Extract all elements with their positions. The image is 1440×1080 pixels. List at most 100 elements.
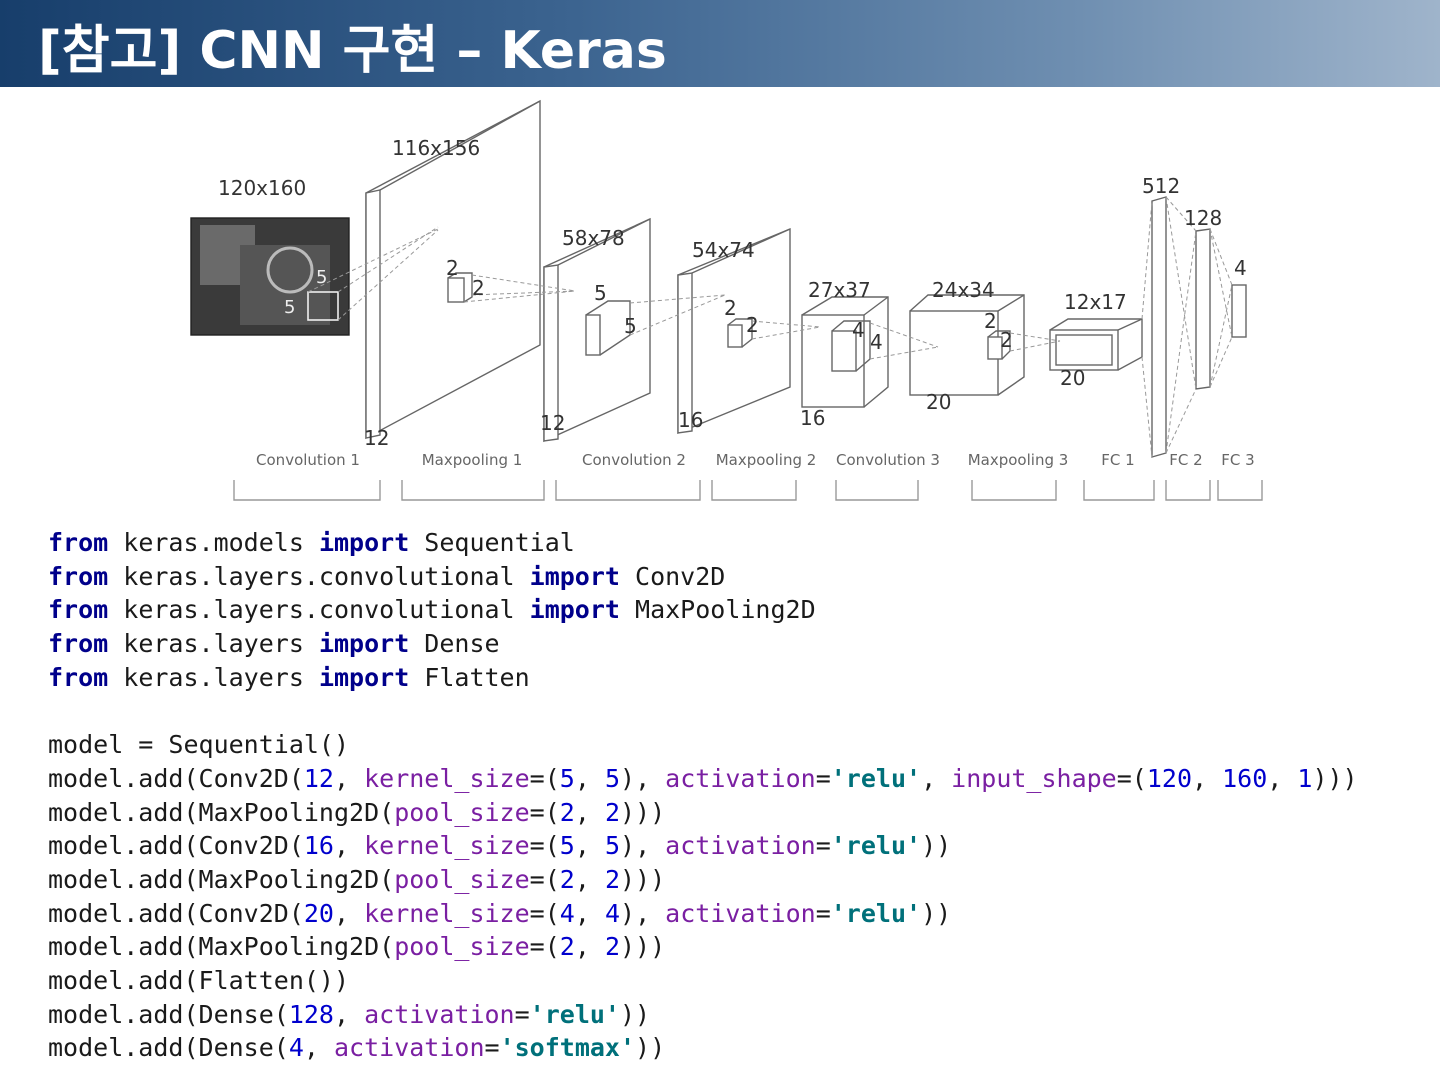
pool3-b-label: 2 xyxy=(1000,328,1013,352)
stage-bracket xyxy=(835,480,919,501)
input-size-label: 120x160 xyxy=(218,176,306,200)
stage-bracket xyxy=(711,480,797,501)
code-token: 2 xyxy=(559,864,575,894)
code-token: , xyxy=(333,898,365,928)
stage-label: Convolution 3 xyxy=(836,451,940,469)
code-token: ))) xyxy=(620,932,666,962)
code-line: model.add(MaxPooling2D(pool_size=(2, 2))… xyxy=(48,796,1358,830)
pool3-size-label: 24x34 xyxy=(932,278,995,302)
stage-bracket xyxy=(1217,480,1263,501)
conv1-size-label: 116x156 xyxy=(392,136,480,160)
code-token: =( xyxy=(529,831,560,861)
code-token: ))) xyxy=(1312,763,1358,793)
code-token: = xyxy=(815,898,831,928)
code-line: model.add(Conv2D(12, kernel_size=(5, 5),… xyxy=(48,762,1358,796)
code-token: keras.layers xyxy=(108,629,319,659)
code-token: 20 xyxy=(303,898,334,928)
code-token: input_shape xyxy=(951,763,1117,793)
stage-label: FC 1 xyxy=(1101,451,1134,469)
code-token: activation xyxy=(665,831,816,861)
code-line: model.add(MaxPooling2D(pool_size=(2, 2))… xyxy=(48,930,1358,964)
code-line: model.add(Conv2D(16, kernel_size=(5, 5),… xyxy=(48,829,1358,863)
pool1-b-label: 2 xyxy=(472,276,485,300)
stage-label: FC 2 xyxy=(1169,451,1202,469)
code-token: 5 xyxy=(559,763,575,793)
code-token: )) xyxy=(921,898,952,928)
code-token: keras.layers xyxy=(108,662,319,692)
code-token: ), xyxy=(620,898,666,928)
code-token: , xyxy=(1267,763,1298,793)
fc2-units-label: 128 xyxy=(1184,206,1222,230)
code-token: ), xyxy=(620,763,666,793)
stage-bracket xyxy=(555,480,701,501)
code-token: ))) xyxy=(620,864,666,894)
code-token: model.add(MaxPooling2D( xyxy=(48,864,395,894)
code-token: 4 xyxy=(559,898,575,928)
conv3-size-label: 27x37 xyxy=(808,278,871,302)
code-token: = xyxy=(815,831,831,861)
code-token: , xyxy=(574,797,605,827)
code-token: MaxPooling2D xyxy=(619,595,816,625)
code-line: model.add(Dense(128, activation='relu')) xyxy=(48,998,1358,1032)
fc1-units-label: 512 xyxy=(1142,174,1180,198)
code-token: , xyxy=(303,1033,334,1063)
code-token: 5 xyxy=(604,831,621,861)
code-line: from keras.layers.convolutional import M… xyxy=(48,593,1358,627)
flat-depth-label: 20 xyxy=(1060,366,1085,390)
code-token: 12 xyxy=(303,763,334,793)
stage-bracket xyxy=(1165,480,1211,501)
code-token: 2 xyxy=(604,932,620,962)
code-token: pool_size xyxy=(394,797,530,827)
code-token: model.add(Conv2D( xyxy=(48,763,304,793)
kernel3-a-label: 4 xyxy=(852,318,865,342)
code-token: , xyxy=(574,831,605,861)
fc3-units-label: 4 xyxy=(1234,256,1247,280)
stage-bracket xyxy=(401,480,545,501)
code-token: 128 xyxy=(288,999,334,1029)
pool3-depth-label: 20 xyxy=(926,390,951,414)
stage-bracket xyxy=(233,480,381,501)
code-token: 5 xyxy=(604,763,621,793)
code-token: 4 xyxy=(604,898,621,928)
pool2-size-label: 54x74 xyxy=(692,238,755,262)
code-token: , xyxy=(333,831,365,861)
code-token: =( xyxy=(529,797,560,827)
code-token: from xyxy=(48,662,109,692)
code-token: , xyxy=(921,763,952,793)
code-token: ))) xyxy=(620,797,666,827)
code-token: 2 xyxy=(559,932,575,962)
code-token: activation xyxy=(364,999,515,1029)
code-token: pool_size xyxy=(394,932,530,962)
code-token: Flatten xyxy=(409,662,530,692)
pool1-a-label: 2 xyxy=(446,256,459,280)
code-line: ​ xyxy=(48,694,1358,728)
code-token: from xyxy=(48,629,109,659)
code-token: 2 xyxy=(604,864,620,894)
code-token: =( xyxy=(529,864,560,894)
stage-bracket xyxy=(971,480,1057,501)
code-token: model.add(Dense( xyxy=(48,999,289,1029)
code-token: 'relu' xyxy=(830,763,922,793)
code-line: from keras.layers import Flatten xyxy=(48,661,1358,695)
pool2-kernel xyxy=(727,324,743,348)
pool2-depth-label: 16 xyxy=(678,408,703,432)
code-line: model.add(MaxPooling2D(pool_size=(2, 2))… xyxy=(48,863,1358,897)
code-token: kernel_size xyxy=(364,898,530,928)
code-token: = xyxy=(815,763,831,793)
code-token: = xyxy=(514,999,530,1029)
code-token: )) xyxy=(921,831,952,861)
stage-label: Maxpooling 1 xyxy=(422,451,523,469)
code-token: import xyxy=(318,629,410,659)
code-token: 16 xyxy=(303,831,334,861)
conv1-depth-label: 12 xyxy=(364,426,389,450)
code-token: 4 xyxy=(288,1033,304,1063)
code-token: keras.layers.convolutional xyxy=(108,595,530,625)
code-token: 120 xyxy=(1146,763,1193,793)
code-token: Dense xyxy=(409,629,500,659)
cnn-architecture-diagram: 120x160 5 5 116x156 12 2 2 58x78 12 5 5 … xyxy=(190,99,1263,501)
code-token: , xyxy=(333,763,365,793)
code-token: =( xyxy=(1116,763,1147,793)
code-token: 160 xyxy=(1222,763,1268,793)
code-token: model.add(MaxPooling2D( xyxy=(48,797,395,827)
stage-label: Convolution 2 xyxy=(582,451,686,469)
